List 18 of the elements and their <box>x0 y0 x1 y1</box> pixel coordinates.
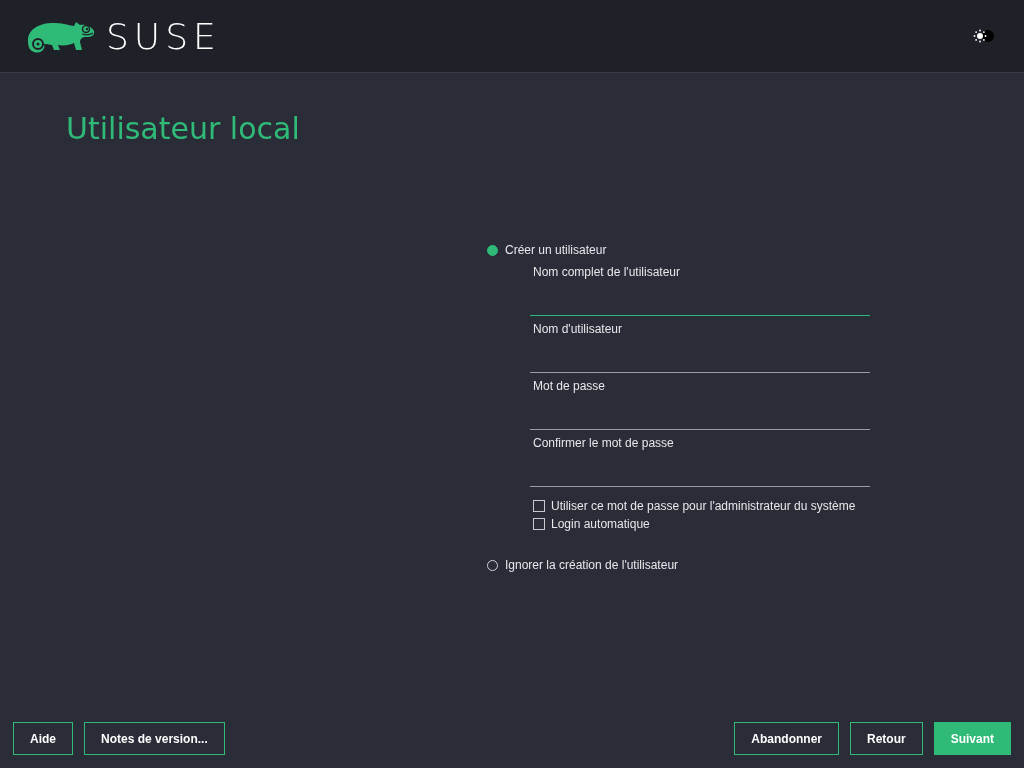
input-field[interactable]: Mot de passe <box>530 375 870 430</box>
input-field[interactable]: Nom d'utilisateur <box>530 318 870 373</box>
input-field[interactable]: Nom complet de l'utilisateur <box>530 261 870 316</box>
dialog-button[interactable]: Aide <box>13 722 73 755</box>
checkbox[interactable] <box>533 500 545 512</box>
theme-toggle-icon[interactable] <box>972 28 996 44</box>
radio-button[interactable] <box>487 244 498 256</box>
dialog-button[interactable]: Notes de version... <box>84 722 225 755</box>
checkbox-label[interactable]: Utiliser ce mot de passe pour l'administrateur du système <box>551 499 856 513</box>
logo-text: SUSE <box>106 15 221 57</box>
checkbox-label[interactable]: Login automatique <box>551 517 650 531</box>
checkbox[interactable] <box>533 518 545 530</box>
input-field[interactable]: Confirmer le mot de passe <box>530 432 870 487</box>
dialog-button[interactable]: Retour <box>850 722 923 755</box>
radio-label[interactable]: Ignorer la création de l'utilisateur <box>505 556 679 574</box>
dialog-button[interactable]: Abandonner <box>734 722 839 755</box>
page-title: Utilisateur local <box>65 110 301 146</box>
radio-label[interactable]: Créer un utilisateur <box>505 241 607 259</box>
